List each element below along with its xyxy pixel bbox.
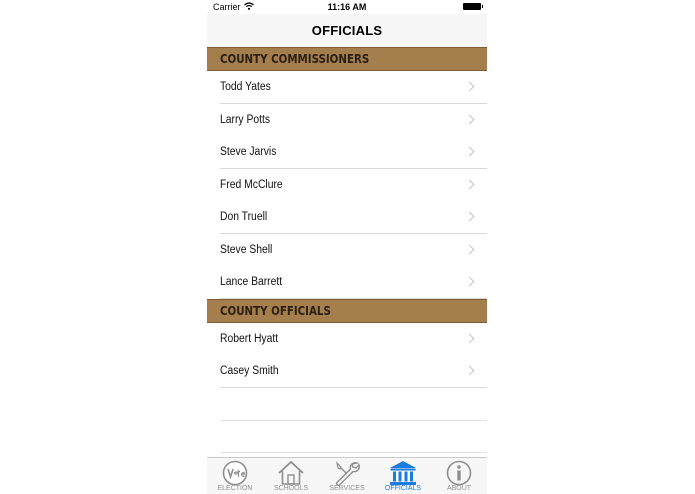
wrench-icon	[336, 461, 360, 486]
tab-label: SERVICES	[329, 485, 365, 492]
tab-services[interactable]: SERVICES	[319, 458, 375, 494]
official-row[interactable]: Casey Smith	[207, 355, 487, 388]
official-name: Steve Shell	[220, 244, 273, 256]
tab-label: ELECTION	[217, 485, 253, 492]
section-title: COUNTY COMMISSIONERS	[220, 51, 370, 66]
chevron-right-icon	[464, 146, 475, 157]
official-name: Steve Jarvis	[220, 146, 277, 158]
empty-row-divider	[220, 452, 487, 453]
chevron-right-icon	[464, 276, 475, 287]
chevron-right-icon	[464, 81, 475, 92]
section-header-county-officials: COUNTY OFFICIALS	[207, 299, 487, 323]
tab-bar: ELECTION SCHOOLS SERVICES OFFICIALS ABOU…	[207, 457, 487, 494]
government-building-icon	[390, 461, 416, 485]
tab-label: ABOUT	[446, 485, 472, 492]
chevron-right-icon	[464, 333, 475, 344]
official-row[interactable]: Larry Potts	[207, 104, 487, 137]
official-name: Casey Smith	[220, 365, 279, 377]
official-row[interactable]: Steve Jarvis	[207, 136, 487, 169]
tab-schools[interactable]: SCHOOLS	[263, 458, 319, 494]
official-name: Don Truell	[220, 211, 268, 223]
chevron-right-icon	[464, 244, 475, 255]
page-title: OFFICIALS	[311, 23, 383, 38]
chevron-right-icon	[464, 114, 475, 125]
tab-about[interactable]: ABOUT	[431, 458, 487, 494]
official-row[interactable]: Robert Hyatt	[207, 323, 487, 356]
chevron-right-icon	[464, 365, 475, 376]
tab-label: SCHOOLS	[273, 485, 309, 492]
empty-row-divider	[220, 420, 487, 421]
vote-icon	[222, 460, 248, 486]
official-name: Todd Yates	[220, 81, 271, 93]
official-row[interactable]: Steve Shell	[207, 234, 487, 267]
official-row[interactable]: Don Truell	[207, 201, 487, 234]
section-title: COUNTY OFFICIALS	[220, 303, 331, 318]
official-row[interactable]: Fred McClure	[207, 169, 487, 202]
official-name: Robert Hyatt	[220, 333, 279, 345]
chevron-right-icon	[464, 179, 475, 190]
status-bar: Carrier 11:16 AM	[207, 0, 487, 14]
tab-election[interactable]: ELECTION	[207, 458, 263, 494]
official-row[interactable]: Lance Barrett	[207, 266, 487, 299]
official-name: Larry Potts	[220, 114, 271, 126]
chevron-right-icon	[464, 211, 475, 222]
official-row[interactable]: Todd Yates	[207, 71, 487, 104]
battery-icon	[463, 3, 483, 10]
phone-screen: Carrier 11:16 AM OFFICIALS COUNTY COMMIS…	[207, 0, 487, 494]
navigation-bar: OFFICIALS	[207, 14, 487, 47]
official-name: Fred McClure	[220, 179, 283, 191]
tab-officials[interactable]: OFFICIALS	[375, 458, 431, 494]
info-icon	[446, 460, 472, 486]
tab-label: OFFICIALS	[384, 485, 422, 492]
section-header-county-commissioners: COUNTY COMMISSIONERS	[207, 47, 487, 71]
status-time: 11:16 AM	[327, 2, 367, 12]
official-name: Lance Barrett	[220, 276, 283, 288]
house-icon	[278, 460, 304, 485]
